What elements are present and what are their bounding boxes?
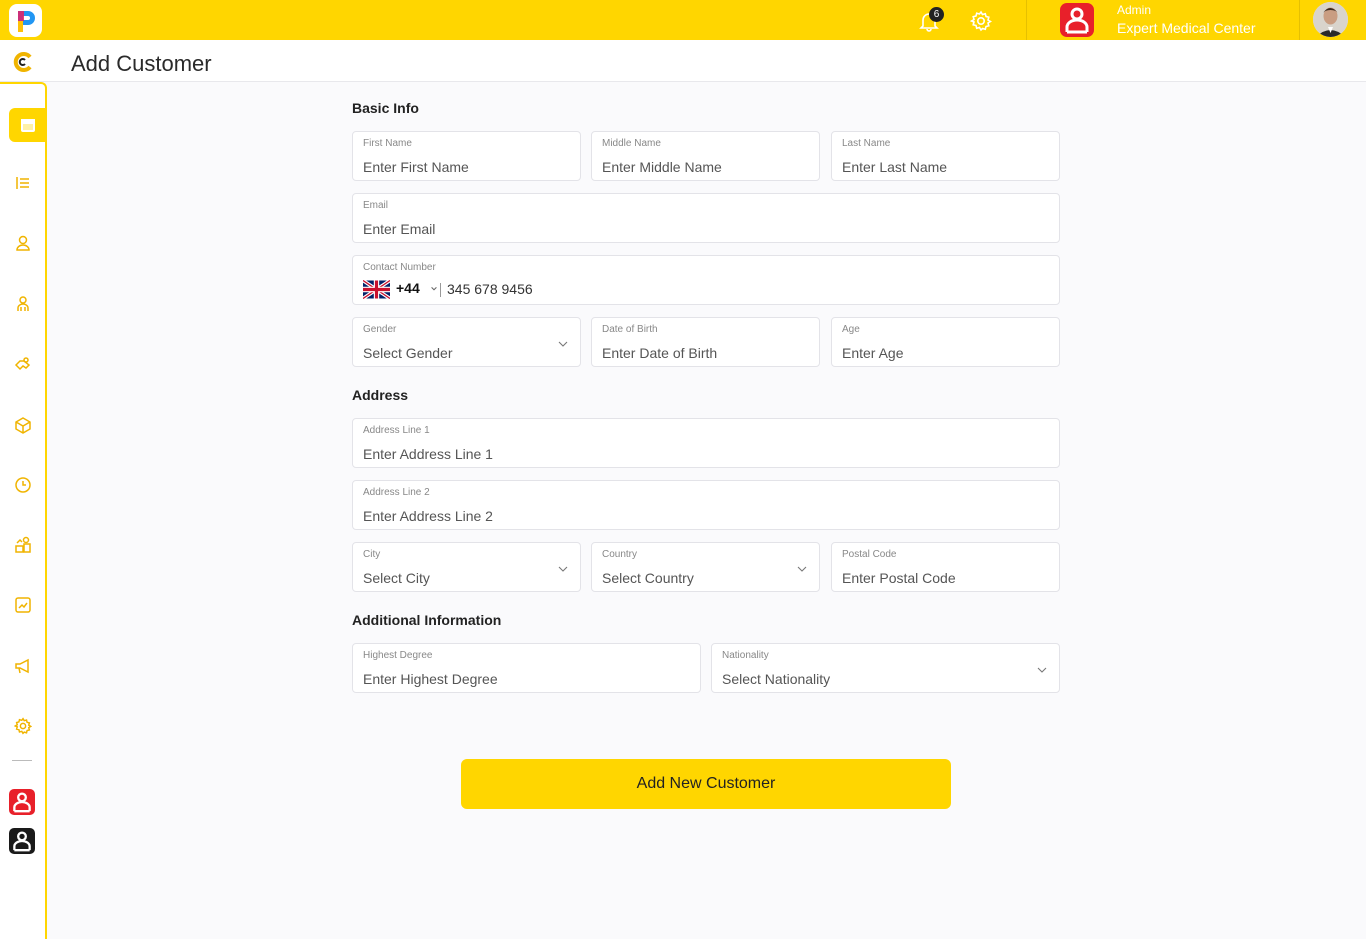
list-icon xyxy=(16,177,29,189)
contact-number-input[interactable]: 345 678 9456 xyxy=(447,281,533,297)
email-label: Email xyxy=(363,200,389,211)
sidebar-item-user[interactable] xyxy=(9,229,37,257)
postal-code-field[interactable]: Postal Code Enter Postal Code xyxy=(831,542,1060,592)
nationality-value[interactable]: Select Nationality xyxy=(722,671,830,687)
country-label: Country xyxy=(602,549,638,560)
notification-count-badge: 6 xyxy=(929,7,944,22)
brand-logo-icon[interactable] xyxy=(12,51,34,73)
box-icon xyxy=(15,417,31,434)
chevron-down-icon[interactable] xyxy=(430,285,438,293)
address-line1-label: Address Line 1 xyxy=(363,425,430,436)
city-label: City xyxy=(363,549,381,560)
topbar-divider xyxy=(1026,0,1027,40)
highest-degree-input[interactable]: Enter Highest Degree xyxy=(363,671,498,687)
date-of-birth-label: Date of Birth xyxy=(602,324,658,335)
postal-code-input[interactable]: Enter Postal Code xyxy=(842,570,956,586)
megaphone-icon xyxy=(15,658,29,674)
user-icon xyxy=(16,235,30,251)
highest-degree-field[interactable]: Highest Degree Enter Highest Degree xyxy=(352,643,701,693)
section-address: Address xyxy=(352,387,409,403)
middle-name-input[interactable]: Enter Middle Name xyxy=(602,159,722,175)
contact-number-field[interactable]: Contact Number +44 345 678 9456 xyxy=(352,255,1060,305)
first-name-field[interactable]: First Name Enter First Name xyxy=(352,131,581,181)
sidebar-org-red[interactable] xyxy=(9,789,35,815)
sidebar-item-chart[interactable] xyxy=(9,591,37,619)
section-additional-information: Additional Information xyxy=(352,612,502,628)
sidebar-item-coins[interactable] xyxy=(9,531,37,559)
address-line2-input[interactable]: Enter Address Line 2 xyxy=(363,508,493,524)
sidebar-separator xyxy=(12,760,32,761)
dial-separator xyxy=(440,283,441,297)
topbar-divider xyxy=(1299,0,1300,40)
nationality-label: Nationality xyxy=(722,650,769,661)
sidebar-item-settings[interactable] xyxy=(9,712,37,740)
handshake-icon xyxy=(14,357,31,371)
chevron-down-icon[interactable] xyxy=(1037,665,1047,675)
contact-number-label: Contact Number xyxy=(363,262,436,273)
first-name-input[interactable]: Enter First Name xyxy=(363,159,469,175)
address-line1-input[interactable]: Enter Address Line 1 xyxy=(363,446,493,462)
country-value[interactable]: Select Country xyxy=(602,570,694,586)
last-name-label: Last Name xyxy=(842,138,891,149)
top-bar: 6 Admin Expert Medical Center xyxy=(0,0,1366,40)
email-input[interactable]: Enter Email xyxy=(363,221,435,237)
city-select[interactable]: City Select City xyxy=(352,542,581,592)
date-of-birth-field[interactable]: Date of Birth Enter Date of Birth xyxy=(591,317,820,367)
user-avatar[interactable] xyxy=(1313,2,1348,37)
address-line2-label: Address Line 2 xyxy=(363,487,430,498)
app-logo[interactable] xyxy=(9,4,42,37)
address-line1-field[interactable]: Address Line 1 Enter Address Line 1 xyxy=(352,418,1060,468)
chevron-down-icon[interactable] xyxy=(558,564,568,574)
email-field[interactable]: Email Enter Email xyxy=(352,193,1060,243)
dial-code[interactable]: +44 xyxy=(396,280,420,296)
highest-degree-label: Highest Degree xyxy=(363,650,433,661)
organization-role: Admin xyxy=(1117,3,1152,17)
city-value[interactable]: Select City xyxy=(363,570,430,586)
clock-icon xyxy=(15,477,31,493)
organization-logo[interactable] xyxy=(1060,3,1094,37)
settings-gear-icon[interactable] xyxy=(969,10,993,32)
sidebar-item-handshake[interactable] xyxy=(9,350,37,378)
country-select[interactable]: Country Select Country xyxy=(591,542,820,592)
middle-name-field[interactable]: Middle Name Enter Middle Name xyxy=(591,131,820,181)
organization-icon xyxy=(13,792,31,813)
chevron-down-icon[interactable] xyxy=(797,564,807,574)
last-name-input[interactable]: Enter Last Name xyxy=(842,159,947,175)
age-input[interactable]: Enter Age xyxy=(842,345,904,361)
gender-value[interactable]: Select Gender xyxy=(363,345,453,361)
age-label: Age xyxy=(842,324,860,335)
uk-flag-icon[interactable] xyxy=(363,280,390,299)
section-basic-info: Basic Info xyxy=(352,100,419,116)
first-name-label: First Name xyxy=(363,138,412,149)
chevron-down-icon[interactable] xyxy=(558,339,568,349)
sidebar-item-list[interactable] xyxy=(9,169,37,197)
postal-code-label: Postal Code xyxy=(842,549,897,560)
sidebar-item-megaphone[interactable] xyxy=(9,652,37,680)
date-of-birth-input[interactable]: Enter Date of Birth xyxy=(602,345,717,361)
sidebar-org-black[interactable] xyxy=(9,828,35,854)
sidebar-item-staff[interactable] xyxy=(9,290,37,318)
sidebar-item-calendar[interactable] xyxy=(9,108,46,142)
gender-select[interactable]: Gender Select Gender xyxy=(352,317,581,367)
gender-label: Gender xyxy=(363,324,397,335)
sidebar-item-box[interactable] xyxy=(9,411,37,439)
settings-icon xyxy=(14,717,32,735)
coins-icon xyxy=(15,536,31,553)
organization-name: Expert Medical Center xyxy=(1117,20,1256,36)
middle-name-label: Middle Name xyxy=(602,138,661,149)
nationality-select[interactable]: Nationality Select Nationality xyxy=(711,643,1060,693)
organization-icon xyxy=(13,831,31,852)
page-title: Add Customer xyxy=(71,51,212,76)
sidebar-item-clock[interactable] xyxy=(9,471,37,499)
chart-icon xyxy=(15,597,31,613)
staff-icon xyxy=(17,296,29,311)
address-line2-field[interactable]: Address Line 2 Enter Address Line 2 xyxy=(352,480,1060,530)
age-field[interactable]: Age Enter Age xyxy=(831,317,1060,367)
add-new-customer-button[interactable]: Add New Customer xyxy=(461,759,951,809)
last-name-field[interactable]: Last Name Enter Last Name xyxy=(831,131,1060,181)
calendar-icon xyxy=(20,119,35,132)
